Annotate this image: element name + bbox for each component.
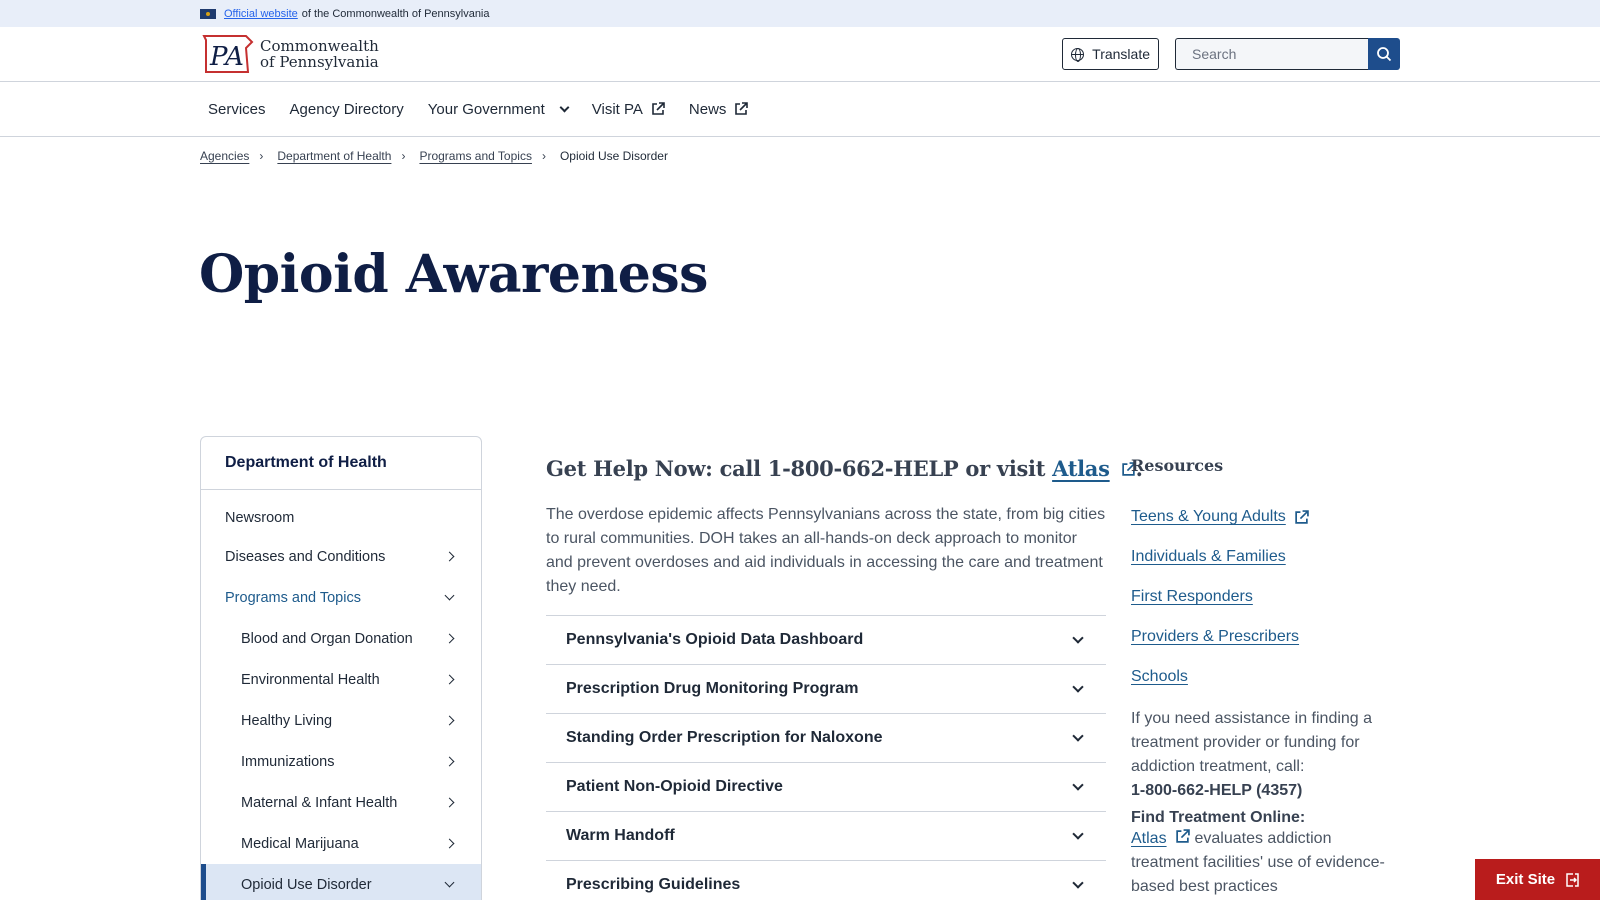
external-link-icon xyxy=(1176,829,1190,843)
logo-line-1: Commonwealth xyxy=(260,37,379,55)
sidebar-item-newsroom[interactable]: Newsroom xyxy=(201,502,481,534)
search-icon xyxy=(1377,47,1392,62)
chevron-right-icon[interactable] xyxy=(444,797,455,808)
pa-keystone-icon: PA xyxy=(200,34,254,74)
chevron-right-icon[interactable] xyxy=(444,551,455,562)
sidebar-item-diseases-and-conditions[interactable]: Diseases and Conditions xyxy=(201,536,481,577)
sidebar-item-healthy-living[interactable]: Healthy Living xyxy=(201,700,481,741)
chevron-right-icon: › xyxy=(541,149,546,163)
chevron-right-icon[interactable] xyxy=(444,838,455,849)
nav-visit-pa[interactable]: Visit PA xyxy=(592,101,665,118)
atlas-description: Atlas evaluates addiction treatment faci… xyxy=(1131,829,1385,895)
intro-paragraph: The overdose epidemic affects Pennsylvan… xyxy=(546,506,1106,595)
resource-atlas-link[interactable]: Atlas xyxy=(1131,830,1167,847)
sidebar-item-blood-and-organ-donation[interactable]: Blood and Organ Donation xyxy=(201,618,481,659)
external-link-icon xyxy=(735,102,749,115)
chevron-down-icon xyxy=(1072,631,1084,644)
chevron-down-icon xyxy=(559,102,570,112)
nav-news[interactable]: News xyxy=(689,101,749,118)
site-header: PA Commonwealth of Pennsylvania Translat… xyxy=(0,27,1600,82)
helpline-number: 1-800-662-HELP (4357) xyxy=(1131,782,1303,799)
chevron-down-icon xyxy=(1072,778,1084,791)
search-form xyxy=(1175,38,1400,70)
chevron-right-icon[interactable] xyxy=(444,756,455,767)
breadcrumb-current: Opioid Use Disorder xyxy=(559,149,668,163)
chevron-down-icon xyxy=(1072,827,1084,840)
main-content: Get Help Now: call 1-800-662-HELP or vis… xyxy=(546,456,1143,900)
sidebar-heading[interactable]: Department of Health xyxy=(201,437,481,490)
chevron-right-icon[interactable] xyxy=(444,674,455,685)
breadcrumb-programs-and-topics[interactable]: Programs and Topics xyxy=(419,149,532,163)
get-help-heading: Get Help Now: call 1-800-662-HELP or vis… xyxy=(546,456,1143,481)
accordion-item[interactable]: Pennsylvania's Opioid Data Dashboard xyxy=(546,616,1106,665)
breadcrumb: Agencies › Department of Health › Progra… xyxy=(0,149,1600,163)
chevron-right-icon[interactable] xyxy=(444,715,455,726)
resource-link-first-responders[interactable]: First Responders xyxy=(1131,577,1401,617)
svg-text:PA: PA xyxy=(209,42,244,72)
external-link-icon xyxy=(1295,509,1309,524)
accordion: Pennsylvania's Opioid Data Dashboard Pre… xyxy=(546,615,1106,900)
translate-button[interactable]: Translate xyxy=(1062,38,1159,70)
accordion-item[interactable]: Prescribing Guidelines xyxy=(546,861,1106,900)
globe-icon xyxy=(1071,47,1085,62)
resource-link-individuals[interactable]: Individuals & Families xyxy=(1131,537,1401,577)
accordion-item[interactable]: Patient Non-Opioid Directive xyxy=(546,763,1106,812)
nav-your-government[interactable]: Your Government xyxy=(428,101,570,118)
chevron-right-icon[interactable] xyxy=(444,633,455,644)
search-input[interactable] xyxy=(1175,38,1368,70)
pa-logo[interactable]: PA Commonwealth of Pennsylvania xyxy=(200,34,379,74)
chevron-right-icon: › xyxy=(259,149,264,163)
official-banner-text: of the Commonwealth of Pennsylvania xyxy=(301,7,490,20)
resources-heading: Resources xyxy=(1131,456,1224,475)
chevron-down-icon[interactable] xyxy=(444,877,455,888)
nav-services[interactable]: Services xyxy=(208,101,266,118)
chevron-right-icon: › xyxy=(401,149,406,163)
sidebar-item-medical-marijuana[interactable]: Medical Marijuana xyxy=(201,823,481,864)
breadcrumb-agencies[interactable]: Agencies xyxy=(200,149,249,163)
sidebar-item-opioid-use-disorder[interactable]: Opioid Use Disorder xyxy=(201,864,481,900)
atlas-link[interactable]: Atlas xyxy=(1052,456,1110,481)
chevron-down-icon[interactable] xyxy=(444,590,455,601)
find-treatment-heading: Find Treatment Online: xyxy=(1131,809,1306,826)
chevron-down-icon xyxy=(1072,680,1084,693)
official-banner: Official website of the Commonwealth of … xyxy=(0,0,1600,27)
main-nav: Services Agency Directory Your Governmen… xyxy=(0,82,1600,137)
sidebar-item-maternal-infant-health[interactable]: Maternal & Infant Health xyxy=(201,782,481,823)
sidebar-nav: Department of Health Newsroom Diseases a… xyxy=(200,436,482,900)
sidebar-item-immunizations[interactable]: Immunizations xyxy=(201,741,481,782)
resource-link-teens[interactable]: Teens & Young Adults xyxy=(1131,497,1401,537)
exit-site-button[interactable]: Exit Site xyxy=(1475,859,1600,900)
search-button[interactable] xyxy=(1368,38,1400,70)
chevron-down-icon xyxy=(1072,729,1084,742)
nav-agency-directory[interactable]: Agency Directory xyxy=(290,101,404,118)
flag-icon xyxy=(200,8,216,19)
exit-icon xyxy=(1566,872,1579,887)
translate-label: Translate xyxy=(1092,46,1150,62)
breadcrumb-department-of-health[interactable]: Department of Health xyxy=(277,149,391,163)
accordion-item[interactable]: Warm Handoff xyxy=(546,812,1106,861)
external-link-icon xyxy=(652,102,665,115)
official-website-link[interactable]: Official website xyxy=(224,8,298,20)
logo-line-2: of Pennsylvania xyxy=(260,53,379,71)
resources-sidebar: Resources Teens & Young Adults Individua… xyxy=(1131,456,1401,899)
page-title: Opioid Awareness xyxy=(199,244,708,305)
accordion-item[interactable]: Standing Order Prescription for Naloxone xyxy=(546,714,1106,763)
sidebar-item-programs-and-topics[interactable]: Programs and Topics xyxy=(201,577,481,618)
exit-site-label: Exit Site xyxy=(1495,871,1556,888)
sidebar-item-environmental-health[interactable]: Environmental Health xyxy=(201,659,481,700)
resource-link-providers[interactable]: Providers & Prescribers xyxy=(1131,617,1401,657)
accordion-item[interactable]: Prescription Drug Monitoring Program xyxy=(546,665,1106,714)
assistance-text: If you need assistance in finding a trea… xyxy=(1131,710,1373,799)
chevron-down-icon xyxy=(1072,876,1084,889)
resource-link-schools[interactable]: Schools xyxy=(1131,657,1401,697)
